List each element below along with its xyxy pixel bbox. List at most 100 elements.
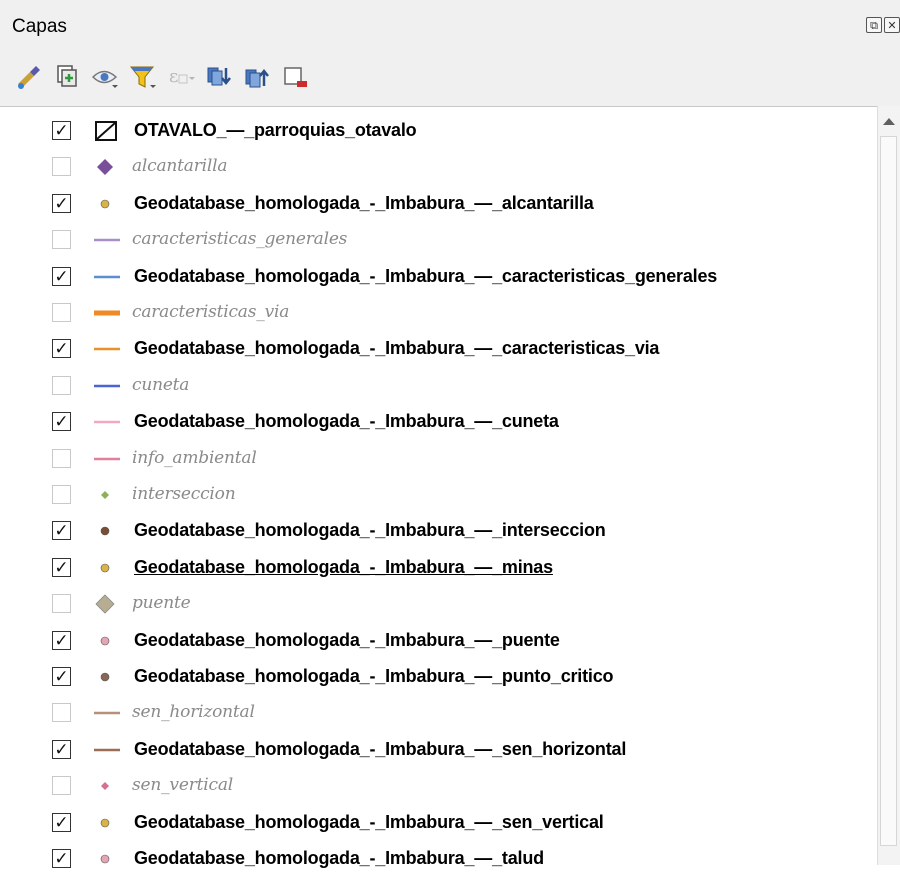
layer-visibility-checkbox[interactable]: ✓ [52, 121, 71, 140]
layer-visibility-checkbox[interactable]: ✓ [52, 630, 71, 650]
layer-visibility-checkbox[interactable] [52, 448, 71, 468]
layer-row[interactable]: ✓ Geodatabase_homologada_-_Imbabura_—_car… [0, 259, 878, 295]
layer-name[interactable]: Geodatabase_homologada_-_Imbabura_—_inte… [134, 520, 606, 541]
window-controls: ⧉ ✕ [866, 17, 900, 33]
layer-name[interactable]: Geodatabase_homologada_-_Imbabura_—_cune… [134, 411, 559, 432]
layer-row[interactable]: ✓ Geodatabase_homologada_-_Imbabura_—_car… [0, 331, 878, 367]
diamond-symbol-icon [101, 491, 109, 499]
vertical-scrollbar[interactable] [877, 106, 900, 865]
layer-row[interactable]: ✓ Geodatabase_homologada_-_Imbabura_—_sen… [0, 805, 878, 841]
layer-name[interactable]: Geodatabase_homologada_-_Imbabura_—_mina… [134, 557, 553, 578]
layer-row[interactable]: info_ambiental [0, 441, 878, 477]
point-symbol-icon [100, 818, 110, 827]
layer-visibility-checkbox[interactable] [52, 594, 71, 614]
layer-visibility-checkbox[interactable]: ✓ [52, 193, 71, 213]
line-symbol-icon [94, 238, 120, 242]
layer-tree: ✓ OTAVALO_—_parroquias_otavalo alcantarill… [0, 106, 878, 868]
layer-visibility-checkbox[interactable] [52, 157, 71, 177]
layer-row[interactable]: caracteristicas_generales [0, 222, 878, 258]
filter-expression-icon[interactable]: ε [166, 62, 196, 92]
point-symbol-icon [100, 199, 110, 209]
layer-visibility-checkbox[interactable]: ✓ [52, 412, 71, 432]
layer-visibility-checkbox[interactable] [52, 776, 71, 796]
add-group-icon[interactable] [52, 62, 82, 92]
layer-name[interactable]: sen_vertical [132, 775, 233, 795]
float-panel-button[interactable]: ⧉ [866, 17, 882, 33]
diamond-symbol-icon [95, 594, 115, 614]
point-symbol-icon [100, 563, 110, 573]
layer-name[interactable]: Geodatabase_homologada_-_Imbabura_—_sen_… [134, 812, 604, 833]
layer-row[interactable]: cuneta [0, 368, 878, 404]
layer-name[interactable]: OTAVALO_—_parroquias_otavalo [134, 120, 417, 141]
layer-row[interactable]: ✓ Geodatabase_homologada_-_Imbabura_—_tal… [0, 841, 878, 877]
close-panel-button[interactable]: ✕ [884, 17, 900, 33]
visibility-icon[interactable] [90, 62, 120, 92]
diamond-symbol-icon [101, 782, 109, 791]
layer-visibility-checkbox[interactable]: ✓ [52, 812, 71, 832]
layer-row[interactable]: ✓ Geodatabase_homologada_-_Imbabura_—_pun… [0, 659, 878, 695]
layer-visibility-checkbox[interactable]: ✓ [52, 266, 71, 286]
layer-name[interactable]: Geodatabase_homologada_-_Imbabura_—_cara… [134, 266, 717, 287]
line-symbol-icon [94, 420, 120, 424]
collapse-all-icon[interactable] [242, 62, 272, 92]
layer-visibility-checkbox[interactable]: ✓ [52, 739, 71, 759]
panel-titlebar: Capas ⧉ ✕ [0, 0, 900, 48]
style-manager-icon[interactable] [14, 62, 44, 92]
expand-all-icon[interactable] [204, 62, 234, 92]
layer-row[interactable]: alcantarilla [0, 149, 878, 185]
layer-row[interactable]: caracteristicas_via [0, 295, 878, 331]
layer-visibility-checkbox[interactable] [52, 303, 71, 322]
layers-panel: Capas ⧉ ✕ ε ✓ OTAVALO_—_parroquias_otava… [0, 0, 900, 868]
line-symbol-icon [94, 275, 120, 278]
layer-row[interactable]: ✓ Geodatabase_homologada_-_Imbabura_—_pue… [0, 623, 878, 659]
layer-row[interactable]: sen_horizontal [0, 695, 878, 731]
scroll-up-icon[interactable] [883, 118, 895, 125]
layer-row[interactable]: ✓ Geodatabase_homologada_-_Imbabura_—_int… [0, 513, 878, 549]
layer-name[interactable]: Geodatabase_homologada_-_Imbabura_—_puen… [134, 630, 560, 651]
scrollbar-thumb[interactable] [880, 136, 897, 846]
layer-name[interactable]: Geodatabase_homologada_-_Imbabura_—_talu… [134, 848, 544, 869]
layer-name[interactable]: sen_horizontal [132, 702, 255, 722]
layer-row[interactable]: ✓ Geodatabase_homologada_-_Imbabura_—_min… [0, 550, 878, 586]
layer-visibility-checkbox[interactable]: ✓ [52, 339, 71, 359]
line-symbol-icon [94, 712, 120, 715]
layer-row[interactable]: ✓ Geodatabase_homologada_-_Imbabura_—_sen… [0, 732, 878, 768]
layer-visibility-checkbox[interactable] [52, 230, 71, 250]
layer-row[interactable]: puente [0, 586, 878, 622]
layers-toolbar: ε [0, 48, 900, 107]
layer-name[interactable]: cuneta [132, 375, 189, 395]
layer-visibility-checkbox[interactable] [52, 485, 71, 504]
layer-row[interactable]: interseccion [0, 477, 878, 513]
layer-row[interactable]: ✓ OTAVALO_—_parroquias_otavalo [0, 113, 878, 149]
layer-name[interactable]: Geodatabase_homologada_-_Imbabura_—_alca… [134, 193, 594, 214]
layer-name[interactable]: puente [132, 593, 191, 613]
layer-row[interactable]: ✓ Geodatabase_homologada_-_Imbabura_—_cun… [0, 404, 878, 440]
layer-name[interactable]: caracteristicas_generales [132, 229, 347, 249]
layer-visibility-checkbox[interactable]: ✓ [52, 521, 71, 541]
layer-visibility-checkbox[interactable]: ✓ [52, 667, 71, 686]
layer-name[interactable]: Geodatabase_homologada_-_Imbabura_—_punt… [134, 666, 614, 687]
layer-row[interactable]: sen_vertical [0, 768, 878, 804]
point-symbol-icon [100, 636, 110, 645]
layer-name[interactable]: alcantarilla [132, 156, 228, 176]
panel-title: Capas [12, 16, 67, 37]
line-symbol-icon [94, 348, 120, 351]
layer-visibility-checkbox[interactable]: ✓ [52, 557, 71, 577]
point-symbol-icon [100, 527, 110, 536]
layer-name[interactable]: Geodatabase_homologada_-_Imbabura_—_cara… [134, 338, 659, 359]
point-symbol-icon [100, 672, 110, 682]
layer-visibility-checkbox[interactable] [52, 703, 71, 723]
layer-visibility-checkbox[interactable] [52, 375, 71, 395]
polygon-symbol-icon [95, 121, 117, 141]
point-symbol-icon [100, 854, 110, 864]
layer-name[interactable]: caracteristicas_via [132, 302, 289, 322]
layer-visibility-checkbox[interactable]: ✓ [52, 849, 71, 868]
layer-name[interactable]: interseccion [132, 484, 236, 504]
layer-row[interactable]: ✓ Geodatabase_homologada_-_Imbabura_—_alc… [0, 186, 878, 222]
remove-layer-icon[interactable] [280, 62, 310, 92]
svg-text:ε: ε [169, 66, 178, 87]
filter-icon[interactable] [128, 62, 158, 92]
layer-name[interactable]: Geodatabase_homologada_-_Imbabura_—_sen_… [134, 739, 626, 760]
diamond-symbol-icon [97, 159, 113, 176]
layer-name[interactable]: info_ambiental [132, 448, 257, 468]
